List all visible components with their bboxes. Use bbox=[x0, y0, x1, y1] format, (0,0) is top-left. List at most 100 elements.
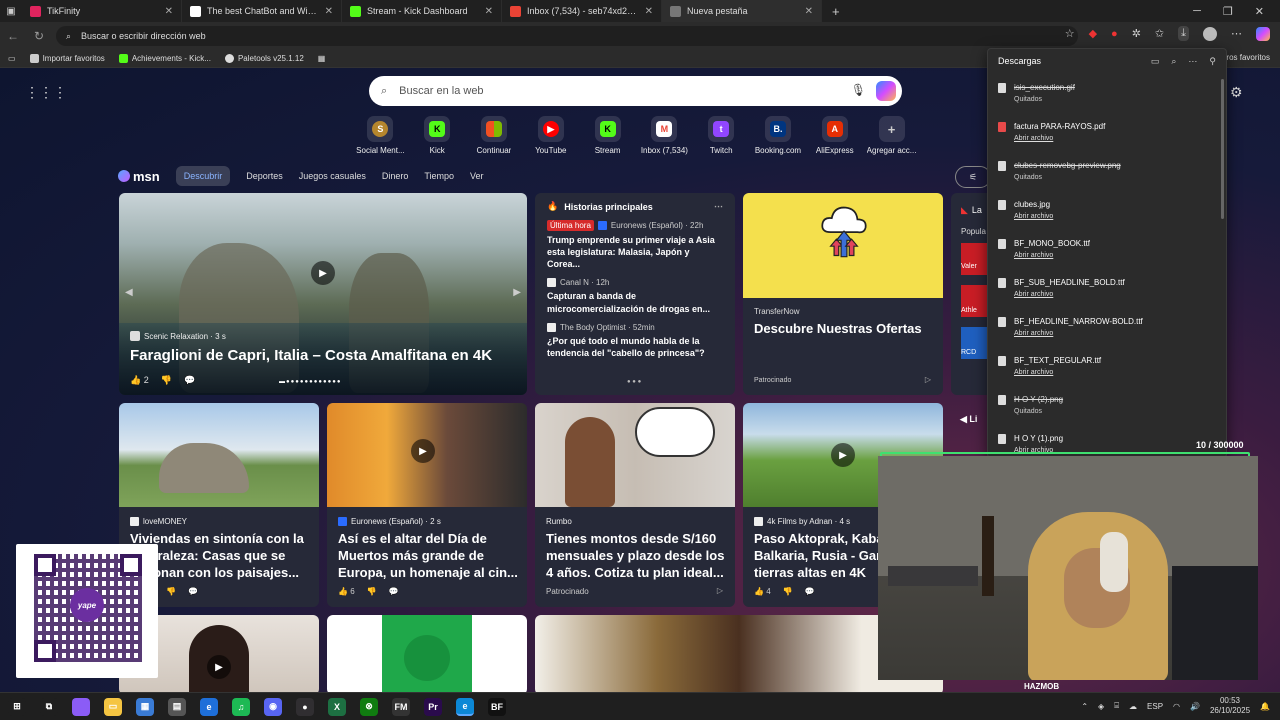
open-file-link[interactable]: Abrir archivo bbox=[1014, 252, 1090, 259]
nav-descubrir[interactable]: Descubrir bbox=[175, 166, 231, 186]
close-icon[interactable]: ✕ bbox=[485, 6, 493, 17]
quick-link-continuar[interactable]: Continuar bbox=[466, 116, 523, 155]
calendar-icon[interactable]: ▦ bbox=[318, 54, 326, 63]
close-icon[interactable]: ✕ bbox=[325, 6, 333, 17]
quick-link-social[interactable]: S Social Ment... bbox=[352, 116, 409, 155]
bf-icon[interactable]: BF bbox=[488, 697, 506, 716]
card-title[interactable]: Así es el altar del Día de Muertos más g… bbox=[338, 531, 518, 582]
story-item[interactable]: The Body Optimist · 52min ¿Por qué todo … bbox=[547, 322, 723, 359]
like-button[interactable]: 👍 2 bbox=[130, 375, 149, 386]
new-tab-button[interactable]: + bbox=[822, 4, 850, 19]
open-file-link[interactable]: Abrir archivo bbox=[1014, 135, 1105, 142]
volume-icon[interactable]: 🔊 bbox=[1190, 702, 1200, 711]
close-icon[interactable]: ✕ bbox=[805, 6, 813, 17]
lang-label[interactable]: ESP bbox=[1147, 702, 1163, 711]
bookmark-import[interactable]: Importar favoritos bbox=[29, 54, 105, 63]
search-icon[interactable]: ⌕ bbox=[1171, 56, 1176, 67]
ad-card[interactable]: TransferNow Descubre Nuestras Ofertas Pa… bbox=[743, 193, 943, 395]
tab-tikfinity[interactable]: TikFinity ✕ bbox=[22, 0, 182, 22]
premiere-icon[interactable]: Pr bbox=[424, 697, 442, 716]
network-icon[interactable]: ⌸ bbox=[1114, 701, 1119, 711]
tab-inbox[interactable]: Inbox (7,534) - seb74xd27@gmai ✕ bbox=[502, 0, 662, 22]
spotify-icon[interactable]: ♫ bbox=[232, 697, 250, 716]
wifi-icon[interactable]: ◠ bbox=[1173, 702, 1180, 711]
nav-tiempo[interactable]: Tiempo bbox=[424, 171, 454, 181]
download-filename[interactable]: H O Y (2).png bbox=[1014, 395, 1063, 404]
story-item[interactable]: Canal N · 12h Capturan a banda de microc… bbox=[547, 278, 723, 314]
download-item[interactable]: factura PARA-RAYOS.pdf Abrir archivo bbox=[988, 112, 1226, 151]
edge-icon[interactable]: e bbox=[456, 697, 474, 716]
nav-deportes[interactable]: Deportes bbox=[246, 171, 283, 181]
profile-avatar[interactable] bbox=[1203, 26, 1217, 41]
web-search-input[interactable]: ⌕ Buscar en la web 🎙 bbox=[369, 76, 902, 106]
story-title[interactable]: Trump emprende su primer viaje a Asia es… bbox=[547, 234, 723, 270]
quick-link-aliexpress[interactable]: A AliExpress bbox=[806, 116, 863, 155]
download-item[interactable]: BF_TEXT_REGULAR.ttf Abrir archivo bbox=[988, 346, 1226, 385]
clock[interactable]: 00:53 26/10/2025 bbox=[1210, 696, 1250, 716]
nav-dinero[interactable]: Dinero bbox=[382, 171, 409, 181]
dislike-icon[interactable]: 👎 bbox=[367, 587, 377, 596]
fm-icon[interactable]: FM bbox=[392, 697, 410, 716]
open-file-link[interactable]: Abrir archivo bbox=[1014, 291, 1125, 298]
open-folder-icon[interactable]: ▭ bbox=[1151, 56, 1160, 67]
download-item[interactable]: H O Y (2).png Quitados bbox=[988, 385, 1226, 424]
play-icon[interactable]: ▶ bbox=[411, 439, 435, 463]
cloud-icon[interactable]: ☁ bbox=[1129, 702, 1137, 711]
download-filename[interactable]: factura PARA-RAYOS.pdf bbox=[1014, 122, 1105, 131]
edge-dev-icon[interactable]: e bbox=[200, 697, 218, 716]
open-file-link[interactable]: Abrir archivo bbox=[1014, 330, 1143, 337]
news-card[interactable]: ▶ Euronews (Español) · 2 s Así es el alt… bbox=[327, 403, 527, 607]
ad-title[interactable]: Descubre Nuestras Ofertas bbox=[754, 321, 922, 336]
copilot-icon[interactable] bbox=[1256, 26, 1270, 41]
download-item[interactable]: clubes-removebg-preview.png Quitados bbox=[988, 151, 1226, 190]
quick-link-booking[interactable]: B. Booking.com bbox=[750, 116, 807, 155]
close-icon[interactable]: ✕ bbox=[645, 6, 653, 17]
extension-red-icon[interactable]: ◆ bbox=[1089, 27, 1097, 40]
maximize-icon[interactable]: ❐ bbox=[1223, 5, 1233, 18]
download-filename[interactable]: BF_HEADLINE_NARROW-BOLD.ttf bbox=[1014, 317, 1143, 326]
quick-link-stream[interactable]: K Stream bbox=[579, 116, 636, 155]
more-icon[interactable]: ⋯ bbox=[714, 201, 723, 212]
hero-video-card[interactable]: ▶ ◀ ▶ Scenic Relaxation · 3 s Faraglioni… bbox=[119, 193, 527, 395]
download-item[interactable]: BF_MONO_BOOK.ttf Abrir archivo bbox=[988, 229, 1226, 268]
download-filename[interactable]: clubes-removebg-preview.png bbox=[1014, 161, 1121, 170]
comment-icon[interactable]: 💬 bbox=[805, 587, 815, 596]
extension-record-icon[interactable]: ● bbox=[1111, 28, 1118, 40]
news-card[interactable] bbox=[327, 615, 527, 692]
collections-icon[interactable]: ▭ bbox=[8, 54, 16, 63]
prev-arrow-icon[interactable]: ◀ bbox=[125, 287, 133, 298]
refresh-icon[interactable]: ↻ bbox=[26, 29, 52, 43]
dislike-icon[interactable]: 👎 bbox=[166, 587, 176, 596]
ad-choices-icon[interactable]: ▷ bbox=[717, 586, 723, 595]
bookmark-paletools[interactable]: Paletools v25.1.12 bbox=[224, 54, 304, 63]
chevron-up-icon[interactable]: ⌃ bbox=[1081, 702, 1088, 711]
excel-icon[interactable]: X bbox=[328, 697, 346, 716]
nav-juegos[interactable]: Juegos casuales bbox=[299, 171, 366, 181]
app-launcher-icon[interactable]: ⋮⋮⋮ bbox=[25, 84, 67, 101]
next-arrow-icon[interactable]: ▶ bbox=[513, 287, 521, 298]
start-icon[interactable]: ⊞ bbox=[8, 697, 26, 716]
download-filename[interactable]: BF_MONO_BOOK.ttf bbox=[1014, 239, 1090, 248]
download-item[interactable]: BF_HEADLINE_NARROW-BOLD.ttf Abrir archivo bbox=[988, 307, 1226, 346]
bookmark-achievements[interactable]: Achievements - Kick... bbox=[118, 54, 211, 63]
tab-chatbot[interactable]: The best ChatBot and Widgets fo ✕ bbox=[182, 0, 342, 22]
feed-settings-button[interactable]: ⚟ bbox=[955, 166, 991, 188]
download-filename[interactable]: H O Y (1).png bbox=[1014, 434, 1063, 443]
notifications-icon[interactable]: 🔔 bbox=[1260, 702, 1270, 711]
quick-link-youtube[interactable]: ▶ YouTube bbox=[522, 116, 579, 155]
add-shortcut-button[interactable]: + Agregar acc... bbox=[863, 116, 920, 155]
microphone-icon[interactable]: 🎙 bbox=[851, 83, 866, 97]
close-window-icon[interactable]: ✕ bbox=[1255, 5, 1264, 18]
dislike-icon[interactable]: 👎 bbox=[783, 587, 793, 596]
play-icon[interactable]: ▶ bbox=[311, 261, 335, 285]
downloads-icon[interactable]: ⤓ bbox=[1178, 26, 1189, 41]
nav-ver[interactable]: Ver bbox=[470, 171, 484, 181]
comment-icon[interactable]: 💬 bbox=[188, 587, 198, 596]
carousel-dots[interactable]: ▬●●●●●●●●●●●● bbox=[279, 379, 342, 385]
favorites-icon[interactable]: ✩ bbox=[1155, 27, 1164, 40]
comment-icon[interactable]: 💬 bbox=[184, 375, 195, 386]
play-icon[interactable]: ▶ bbox=[831, 443, 855, 467]
copilot-icon[interactable] bbox=[72, 697, 90, 716]
comment-icon[interactable]: 💬 bbox=[389, 587, 399, 596]
download-item[interactable]: isis_execution.gif Quitados bbox=[988, 73, 1226, 112]
